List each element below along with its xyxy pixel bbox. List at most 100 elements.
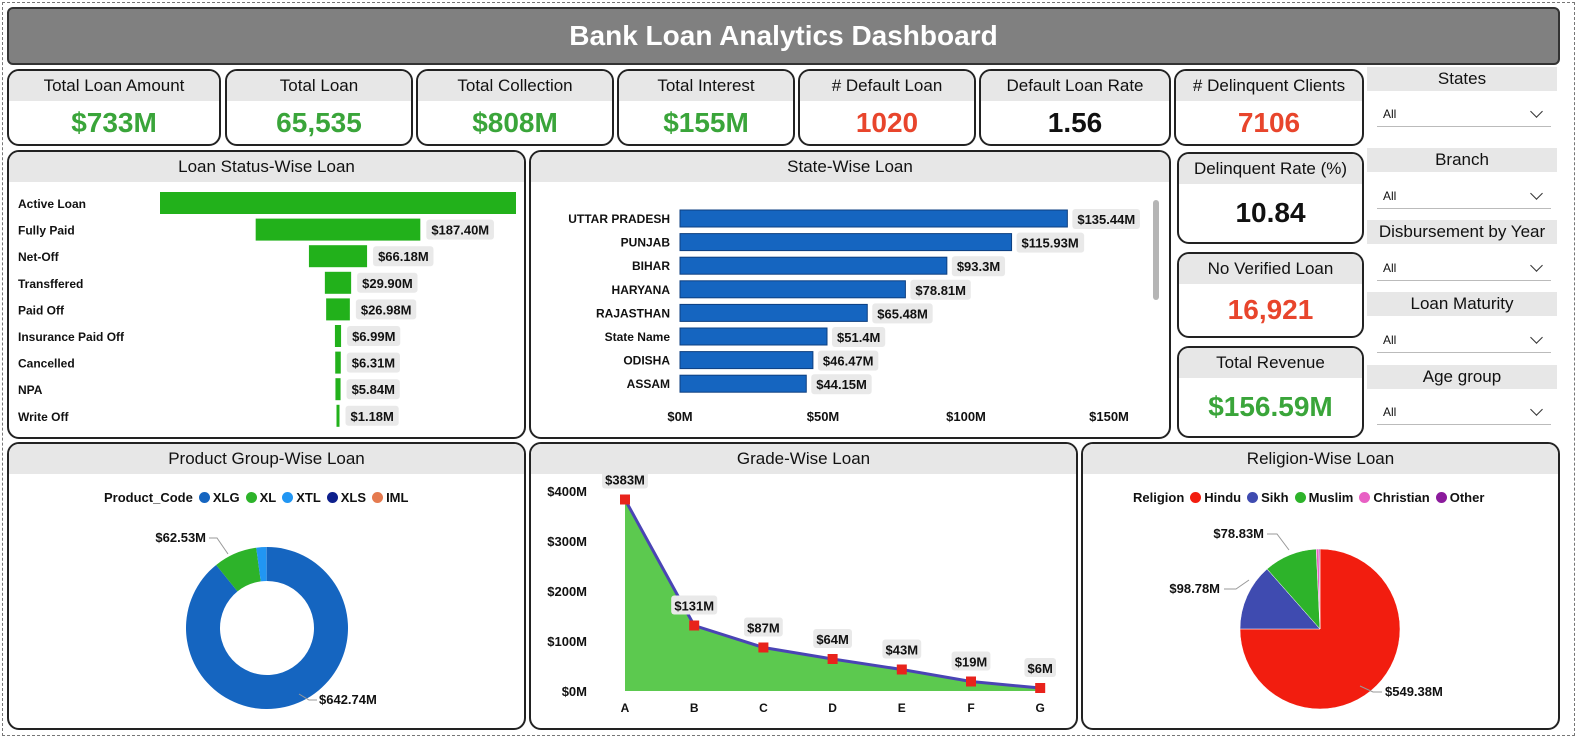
kpi-delinquent-rate: Delinquent Rate (%) 10.84 bbox=[1177, 152, 1364, 244]
state-chart-card: State-Wise Loan UTTAR PRADESH $135.44M PUN… bbox=[529, 150, 1171, 439]
data-label: $5.84M bbox=[352, 382, 395, 397]
funnel-bar bbox=[334, 325, 342, 347]
x-tick-label: A bbox=[621, 701, 630, 715]
slicer-states-title: States bbox=[1367, 67, 1557, 91]
kpi-value: 1.56 bbox=[1047, 107, 1103, 138]
data-label: $66.18M bbox=[378, 249, 429, 264]
slicer-value: All bbox=[1383, 404, 1397, 419]
slicer-branch-dropdown[interactable]: All bbox=[1377, 183, 1551, 209]
state-bar bbox=[679, 209, 1068, 228]
funnel-bar bbox=[335, 378, 341, 401]
data-label: $78.81M bbox=[915, 283, 966, 298]
religion-chart-card: Religion-Wise Loan Religion Hindu Sikh Musl… bbox=[1081, 442, 1560, 730]
funnel-bar bbox=[160, 192, 516, 214]
x-tick-label: B bbox=[690, 701, 699, 715]
x-tick-label: $150M bbox=[1089, 409, 1129, 424]
category-label: Insurance Paid Off bbox=[18, 330, 125, 344]
slicer-year-dropdown[interactable]: All bbox=[1377, 255, 1551, 281]
loan-status-chart-card: Loan Status-Wise Loan Active Loan Fully P… bbox=[7, 150, 526, 439]
data-label: $383M bbox=[605, 474, 645, 488]
slicer-states-dropdown[interactable]: All bbox=[1377, 101, 1551, 127]
chart-title: Product Group-Wise Loan bbox=[9, 444, 524, 474]
data-label: $29.90M bbox=[362, 276, 413, 291]
x-tick-label: E bbox=[898, 701, 906, 715]
slicer-value: All bbox=[1383, 260, 1397, 275]
funnel-bar bbox=[324, 271, 352, 294]
chart-title: State-Wise Loan bbox=[531, 152, 1169, 182]
data-label: $26.98M bbox=[361, 302, 412, 317]
state-bar bbox=[679, 280, 906, 299]
state-label: ODISHA bbox=[623, 354, 670, 368]
slicer-value: All bbox=[1383, 188, 1397, 203]
kpi-label: No Verified Loan bbox=[1179, 254, 1362, 284]
data-point bbox=[1035, 683, 1046, 693]
slice-label: $62.53M bbox=[155, 530, 206, 545]
x-tick-label: D bbox=[828, 701, 837, 715]
grade-chart-card: Grade-Wise Loan $0M $100M $200M $300M $400M $… bbox=[529, 442, 1078, 730]
y-tick-label: $0M bbox=[562, 684, 587, 699]
state-bar bbox=[679, 351, 814, 370]
slicer-branch-title: Branch bbox=[1367, 148, 1557, 172]
chevron-down-icon bbox=[1530, 186, 1543, 200]
funnel-bar bbox=[335, 351, 341, 374]
slicer-age-title: Age group bbox=[1367, 365, 1557, 389]
data-label: $19M bbox=[955, 655, 988, 670]
funnel-bar bbox=[255, 218, 421, 241]
y-tick-label: $400M bbox=[547, 484, 587, 499]
x-tick-label: $50M bbox=[807, 409, 840, 424]
kpi-total-interest: Total Interest $155M bbox=[617, 69, 795, 146]
kpi-label: # Delinquent Clients bbox=[1176, 71, 1362, 101]
slice-label: $78.83M bbox=[1213, 526, 1264, 541]
state-label: PUNJAB bbox=[621, 236, 671, 250]
data-label: $46.47M bbox=[823, 354, 874, 369]
chevron-down-icon bbox=[1530, 330, 1543, 344]
kpi-label: Total Loan bbox=[227, 71, 411, 101]
category-label: Cancelled bbox=[18, 357, 75, 371]
data-label: $1.18M bbox=[351, 409, 394, 424]
kpi-no-verified-loan: No Verified Loan 16,921 bbox=[1177, 252, 1364, 338]
state-label: ASSAM bbox=[627, 377, 670, 391]
funnel-bar bbox=[336, 404, 340, 427]
data-point bbox=[620, 494, 630, 505]
x-tick-label: F bbox=[967, 701, 974, 715]
data-label: $64M bbox=[816, 632, 849, 647]
state-bar bbox=[679, 233, 1013, 252]
state-label: State Name bbox=[605, 330, 671, 344]
kpi-label: Total Interest bbox=[619, 71, 793, 101]
kpi-value: $156.59M bbox=[1208, 391, 1333, 422]
chevron-down-icon bbox=[1530, 258, 1543, 272]
kpi-value: 65,535 bbox=[276, 107, 362, 138]
category-label: Transffered bbox=[18, 277, 83, 291]
y-tick-label: $300M bbox=[547, 534, 587, 549]
kpi-value: $155M bbox=[663, 107, 749, 138]
data-label: $6.99M bbox=[352, 329, 395, 344]
state-label: HARYANA bbox=[612, 283, 671, 297]
slice-label: $642.74M bbox=[319, 692, 377, 707]
state-chart: UTTAR PRADESH $135.44M PUNJAB $115.93M BIHAR… bbox=[568, 200, 1159, 424]
funnel-bar bbox=[308, 245, 368, 268]
slicer-age-dropdown[interactable]: All bbox=[1377, 399, 1551, 425]
slice-label: $549.38M bbox=[1385, 684, 1443, 699]
kpi-label: Default Loan Rate bbox=[981, 71, 1169, 101]
kpi-label: Total Revenue bbox=[1179, 348, 1362, 378]
y-tick-label: $200M bbox=[547, 584, 587, 599]
data-label: $135.44M bbox=[1077, 212, 1135, 227]
slicer-maturity-title: Loan Maturity bbox=[1367, 292, 1557, 316]
kpi-total-collection: Total Collection $808M bbox=[416, 69, 614, 146]
data-point bbox=[689, 620, 700, 631]
state-bar bbox=[679, 327, 828, 346]
chevron-down-icon bbox=[1530, 402, 1543, 416]
data-label: $187.40M bbox=[431, 223, 489, 238]
data-point bbox=[758, 642, 769, 653]
data-label: $6.31M bbox=[352, 356, 395, 371]
kpi-value: $808M bbox=[472, 107, 558, 138]
chart-title: Religion-Wise Loan bbox=[1083, 444, 1558, 474]
state-bar bbox=[679, 374, 807, 393]
kpi-total-revenue: Total Revenue $156.59M bbox=[1177, 346, 1364, 438]
religion-pie-chart: $549.38M $98.78M $78.83M bbox=[1169, 526, 1443, 710]
kpi-value: 7106 bbox=[1237, 107, 1301, 138]
slicer-maturity-dropdown[interactable]: All bbox=[1377, 327, 1551, 353]
slicer-value: All bbox=[1383, 332, 1397, 347]
data-label: $6M bbox=[1028, 661, 1053, 676]
leader-line bbox=[1267, 533, 1290, 551]
